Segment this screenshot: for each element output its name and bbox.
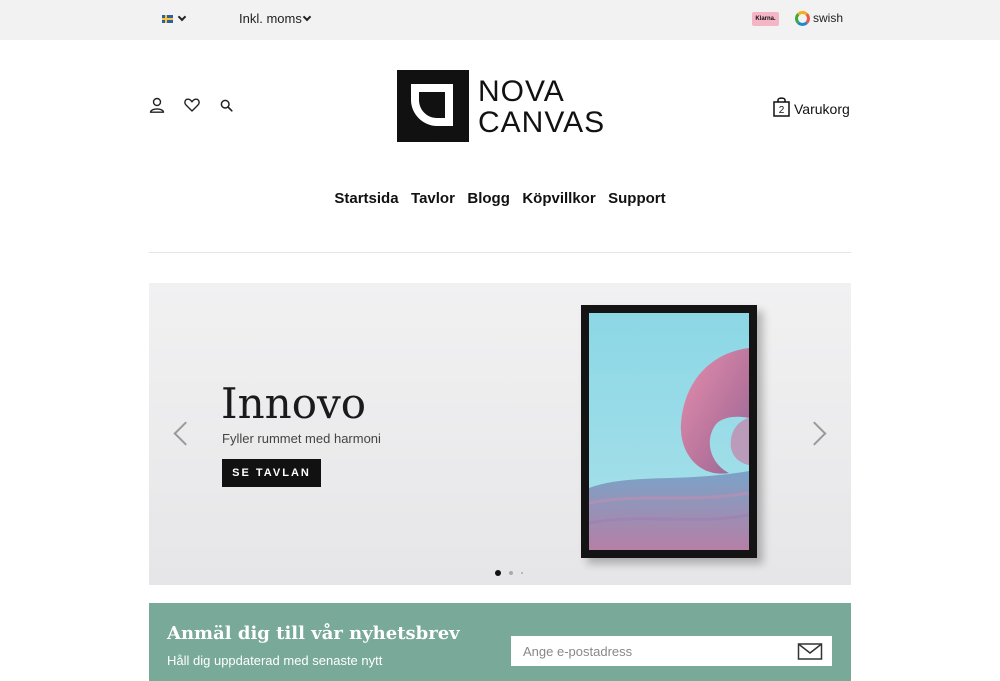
envelope-icon[interactable] <box>797 640 823 662</box>
email-input[interactable] <box>511 636 832 666</box>
chevron-right-icon[interactable] <box>802 421 827 446</box>
slider-dot-active[interactable] <box>495 570 501 576</box>
nav-item-tavlor[interactable]: Tavlor <box>411 190 455 207</box>
vat-selector[interactable]: Inkl. moms <box>239 11 302 26</box>
newsletter-title: Anmäl dig till vår nyhetsbrev <box>167 623 460 644</box>
cart-label[interactable]: Varukorg <box>794 101 850 117</box>
search-icon[interactable] <box>220 99 233 112</box>
user-icon[interactable] <box>149 97 165 113</box>
hero-title: Innovo <box>221 379 366 428</box>
sweden-flag-icon[interactable] <box>162 15 173 23</box>
heart-icon[interactable] <box>184 98 200 112</box>
nav-item-startsida[interactable]: Startsida <box>334 190 398 207</box>
swish-icon <box>795 11 810 26</box>
cart-count: 2 <box>779 105 785 116</box>
newsletter-subtitle: Håll dig uppdaterad med senaste nytt <box>167 653 383 668</box>
slider-dot[interactable] <box>521 572 523 574</box>
logo-text[interactable]: NOVA CANVAS <box>478 76 605 138</box>
logo-line-1: NOVA <box>478 75 565 108</box>
header-divider <box>149 252 851 253</box>
wave-artwork-image <box>589 313 749 550</box>
shopping-bag-icon[interactable]: 2 <box>773 96 790 117</box>
hero-subtitle: Fyller rummet med harmoni <box>222 431 381 446</box>
nav-item-support[interactable]: Support <box>608 190 666 207</box>
product-image-frame[interactable] <box>581 305 757 558</box>
nova-canvas-logo-mark[interactable] <box>397 70 469 142</box>
chevron-down-icon[interactable] <box>177 12 187 22</box>
hero-slider: Innovo Fyller rummet med harmoni SE TAVL… <box>149 283 851 585</box>
main-nav: Startsida Tavlor Blogg Köpvillkor Suppor… <box>0 190 1000 208</box>
chevron-left-icon[interactable] <box>173 421 198 446</box>
swish-logo-text: swish <box>813 11 844 25</box>
logo-line-2: CANVAS <box>478 106 606 139</box>
slider-dot[interactable] <box>509 571 513 575</box>
nav-item-blogg[interactable]: Blogg <box>467 190 510 207</box>
chevron-down-icon[interactable] <box>302 12 312 22</box>
top-bar: Inkl. moms Klarna. swish <box>0 0 1000 40</box>
klarna-logo: Klarna. <box>752 12 779 26</box>
newsletter-section: Anmäl dig till vår nyhetsbrev Håll dig u… <box>149 603 851 681</box>
see-painting-button[interactable]: SE TAVLAN <box>222 459 321 487</box>
nav-item-kopvillkor[interactable]: Köpvillkor <box>522 190 595 207</box>
